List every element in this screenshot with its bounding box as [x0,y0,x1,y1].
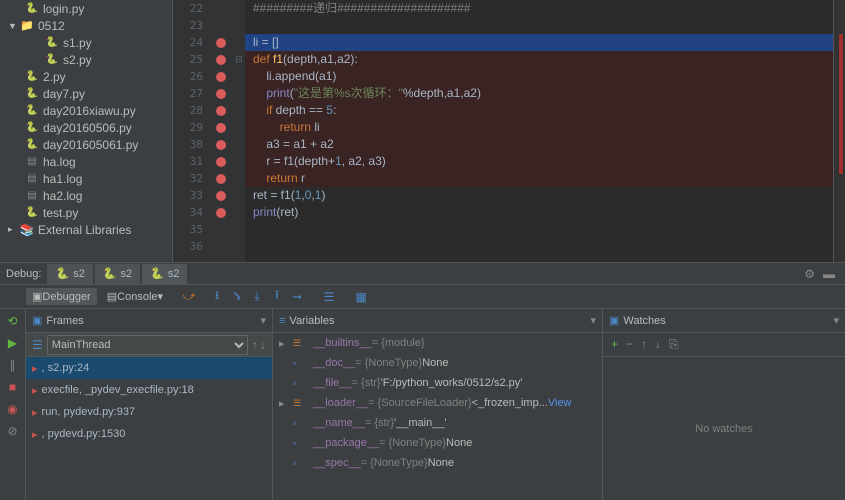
rerun-icon[interactable]: ⟲ [5,313,21,329]
step-into-my-icon[interactable]: ⭸ [229,289,245,305]
watches-panel: ▣ Watches ▾ + − ↑ ↓ ⎘ No watches [603,309,845,500]
variable-item[interactable]: ▫__spec__ = {NoneType} None [273,453,602,473]
view-breakpoints-icon[interactable]: ◉ [5,401,21,417]
variables-panel: ≡ Variables ▾ ▸☰__builtins__ = {module} … [273,309,603,500]
thread-select[interactable]: MainThread [47,335,248,355]
variable-item[interactable]: ▫__file__ = {str} 'F:/python_works/0512/… [273,373,602,393]
tree-item-External Libraries[interactable]: ▸📚External Libraries [0,221,172,238]
tree-item-day201605061-py[interactable]: 🐍day201605061.py [0,136,172,153]
frame-item[interactable]: ▸, pydevd.py:1530 [26,423,272,445]
mute-breakpoints-icon[interactable]: ⊘ [5,423,21,439]
tree-item-s1-py[interactable]: 🐍s1.py [0,34,172,51]
remove-watch-icon[interactable]: − [626,337,633,352]
settings-icon[interactable]: ⚙ [804,267,815,281]
code-editor[interactable]: 222324252627282930313233343536 ⊟ #######… [173,0,845,262]
frame-up-icon[interactable]: ↑ [252,338,258,352]
debug-panel: Debug: 🐍s2🐍s2🐍s2 ⚙ ▬ ▣ Debugger ▤ Consol… [0,262,845,500]
tree-item-day7-py[interactable]: 🐍day7.py [0,85,172,102]
tree-item-day2016xiawu-py[interactable]: 🐍day2016xiawu.py [0,102,172,119]
variable-item[interactable]: ▸☰__builtins__ = {module} [273,333,602,353]
step-over-icon[interactable]: ⤻ [181,289,197,305]
debug-tab-s2[interactable]: 🐍s2 [47,264,92,284]
minimize-icon[interactable]: ▬ [823,267,835,281]
debug-label: Debug: [6,268,41,280]
tree-item-day20160506-py[interactable]: 🐍day20160506.py [0,119,172,136]
frame-item[interactable]: ▸execfile, _pydev_execfile.py:18 [26,379,272,401]
frames-panel: ▣ Frames ▾ ☰ MainThread ↑ ↓ ▸, s2.py:24▸… [26,309,273,500]
frames-icon: ▣ [32,314,42,327]
tree-item-2-py[interactable]: 🐍2.py [0,68,172,85]
variable-item[interactable]: ▫__package__ = {NoneType} None [273,433,602,453]
add-watch-icon[interactable]: + [611,337,618,352]
tree-item-ha2-log[interactable]: ▤ha2.log [0,187,172,204]
variable-item[interactable]: ▫__doc__ = {NoneType} None [273,353,602,373]
watch-down-icon[interactable]: ↓ [655,337,661,352]
step-into-icon[interactable]: ⭳ [209,289,225,305]
variable-item[interactable]: ▫__name__ = {str} '__main__' [273,413,602,433]
run-to-cursor-icon[interactable]: ⭢ [289,289,305,305]
debug-tab-s2[interactable]: 🐍s2 [95,264,140,284]
evaluate-icon[interactable]: ☰ [321,289,337,305]
force-step-icon[interactable]: ⤓ [249,289,265,305]
resume-icon[interactable]: ▶ [5,335,21,351]
tree-item-ha1-log[interactable]: ▤ha1.log [0,170,172,187]
variable-item[interactable]: ▸☰__loader__ = {SourceFileLoader} <_froz… [273,393,602,413]
frame-item[interactable]: ▸run, pydevd.py:937 [26,401,272,423]
step-out-icon[interactable]: ⭱ [269,289,285,305]
layout-icon[interactable]: ▦ [353,289,369,305]
tree-item-ha-log[interactable]: ▤ha.log [0,153,172,170]
frame-down-icon[interactable]: ↓ [260,338,266,352]
tree-item-0512[interactable]: ▼📁0512 [0,17,172,34]
debug-side-toolbar: ⟲ ▶ ∥ ■ ◉ ⊘ [0,309,26,500]
stop-icon[interactable]: ■ [5,379,21,395]
debugger-tab[interactable]: ▣ Debugger [26,288,97,305]
thread-icon: ☰ [32,338,43,352]
tree-item-test-py[interactable]: 🐍test.py [0,204,172,221]
minimap[interactable] [833,0,845,262]
tree-item-s2-py[interactable]: 🐍s2.py [0,51,172,68]
watches-icon: ▣ [609,314,619,327]
debug-tab-s2[interactable]: 🐍s2 [142,264,187,284]
variables-icon: ≡ [279,315,285,327]
console-tab[interactable]: ▤ Console ▾ [101,288,169,305]
frame-item[interactable]: ▸, s2.py:24 [26,357,272,379]
watch-copy-icon[interactable]: ⎘ [669,337,679,352]
watch-up-icon[interactable]: ↑ [641,337,647,352]
project-tree: 🐍login.py▼📁0512🐍s1.py🐍s2.py🐍2.py🐍day7.py… [0,0,173,262]
pause-icon[interactable]: ∥ [5,357,21,373]
tree-item-login-py[interactable]: 🐍login.py [0,0,172,17]
